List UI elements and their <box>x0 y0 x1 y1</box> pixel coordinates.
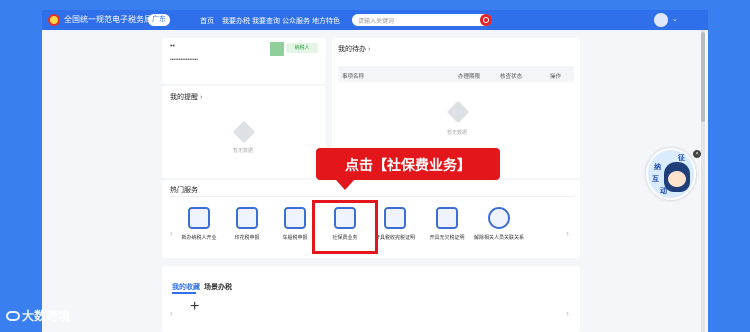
nav-home[interactable]: 首页 <box>200 16 214 26</box>
chevron-right-icon: › <box>367 46 371 53</box>
car-icon <box>284 207 306 229</box>
stamp-icon <box>236 207 258 229</box>
nav-tax-handling[interactable]: 我要办税 <box>222 16 250 26</box>
service-unlink-person[interactable]: 解除相关人员关联关系 <box>474 207 524 241</box>
role-badge: 纳税人 <box>286 43 318 53</box>
chevron-right-icon[interactable]: › <box>566 308 569 318</box>
todo-col-deadline: 办理期限 <box>458 74 481 80</box>
browser-frame: 全国统一规范电子税务局 广东 首页 我要办税 我要查询 公众服务 地方特色 请输… <box>42 10 708 332</box>
person-register-icon <box>188 207 210 229</box>
reminder-title-label: 我的提醒 <box>170 94 198 101</box>
highlight-box <box>312 200 378 254</box>
service-no-arrears[interactable]: 开具无欠税证明 <box>422 207 472 241</box>
mascot-face-icon <box>664 162 690 192</box>
add-favorite-icon[interactable]: + <box>190 298 199 316</box>
watermark-logo-icon <box>6 311 20 321</box>
tab-my-favorites[interactable]: 我的收藏 <box>172 282 200 292</box>
todo-col-action: 操作 <box>550 74 562 80</box>
reminder-empty-text: 暂无数据 <box>233 148 254 154</box>
callout-pointer <box>336 180 354 190</box>
interaction-mascot[interactable]: 征 纳 互 动 <box>646 148 696 200</box>
instruction-callout: 点击【社保费业务】 <box>316 148 500 180</box>
watermark-text: 大数跨境 <box>22 309 71 323</box>
account-name: •• <box>170 43 175 50</box>
service-label: 开具无欠税证明 <box>429 235 465 241</box>
tax-bureau-logo-icon <box>48 14 60 26</box>
favorites-card <box>162 266 580 332</box>
mascot-char: 纳 <box>654 164 661 171</box>
chevron-left-icon[interactable]: ‹ <box>170 228 173 238</box>
service-stamp-tax[interactable]: 印花税申报 <box>222 207 272 241</box>
chevron-left-icon[interactable]: ‹ <box>170 308 173 318</box>
chevron-down-icon[interactable]: ⌄ <box>672 15 678 23</box>
search-placeholder: 请输入关键词 <box>358 19 395 25</box>
unlink-icon <box>488 207 510 229</box>
divider <box>170 196 574 197</box>
reminder-title[interactable]: 我的提醒 › <box>170 92 202 102</box>
service-label: 印花税申报 <box>234 235 260 241</box>
todo-empty-text: 暂无数据 <box>447 130 468 136</box>
search-input[interactable]: 请输入关键词 <box>352 14 492 26</box>
tab-underline <box>172 292 196 294</box>
callout-text: 点击【社保费业务】 <box>345 157 471 173</box>
service-label: 新办纳税人开业 <box>181 235 217 241</box>
service-new-taxpayer[interactable]: 新办纳税人开业 <box>174 207 224 241</box>
close-icon[interactable]: × <box>693 150 701 158</box>
todo-col-name: 事项名称 <box>342 74 365 80</box>
chevron-right-icon: › <box>199 94 203 101</box>
mascot-char: 征 <box>678 155 685 162</box>
region-selector[interactable]: 广东 <box>148 14 170 26</box>
tab-scenario-tax[interactable]: 场景办税 <box>204 282 232 292</box>
todo-title-label: 我的待办 <box>338 46 366 53</box>
search-icon[interactable] <box>480 14 492 26</box>
mascot-char: 互 <box>652 176 659 183</box>
user-avatar[interactable] <box>654 13 668 27</box>
todo-col-status: 核查状态 <box>500 74 523 80</box>
nav-local-features[interactable]: 地方特色 <box>312 16 340 26</box>
todo-title[interactable]: 我的待办 › <box>338 44 370 54</box>
chevron-right-icon[interactable]: › <box>566 228 569 238</box>
scrollbar-thumb[interactable] <box>701 32 705 122</box>
service-label: 解除相关人员关联关系 <box>474 235 525 241</box>
watermark: 大数跨境 <box>6 307 70 324</box>
mascot-char: 动 <box>660 188 667 195</box>
hot-services-title: 热门服务 <box>170 187 198 194</box>
certificate-icon <box>384 207 406 229</box>
qr-code-icon[interactable] <box>270 42 284 56</box>
nav-public-services[interactable]: 公众服务 <box>282 16 310 26</box>
nav-query[interactable]: 我要查询 <box>252 16 280 26</box>
account-masked-id: •••••••••••••••• <box>170 57 199 63</box>
todo-table-header <box>338 66 574 82</box>
document-icon <box>436 207 458 229</box>
site-title[interactable]: 全国统一规范电子税务局 <box>64 14 152 25</box>
